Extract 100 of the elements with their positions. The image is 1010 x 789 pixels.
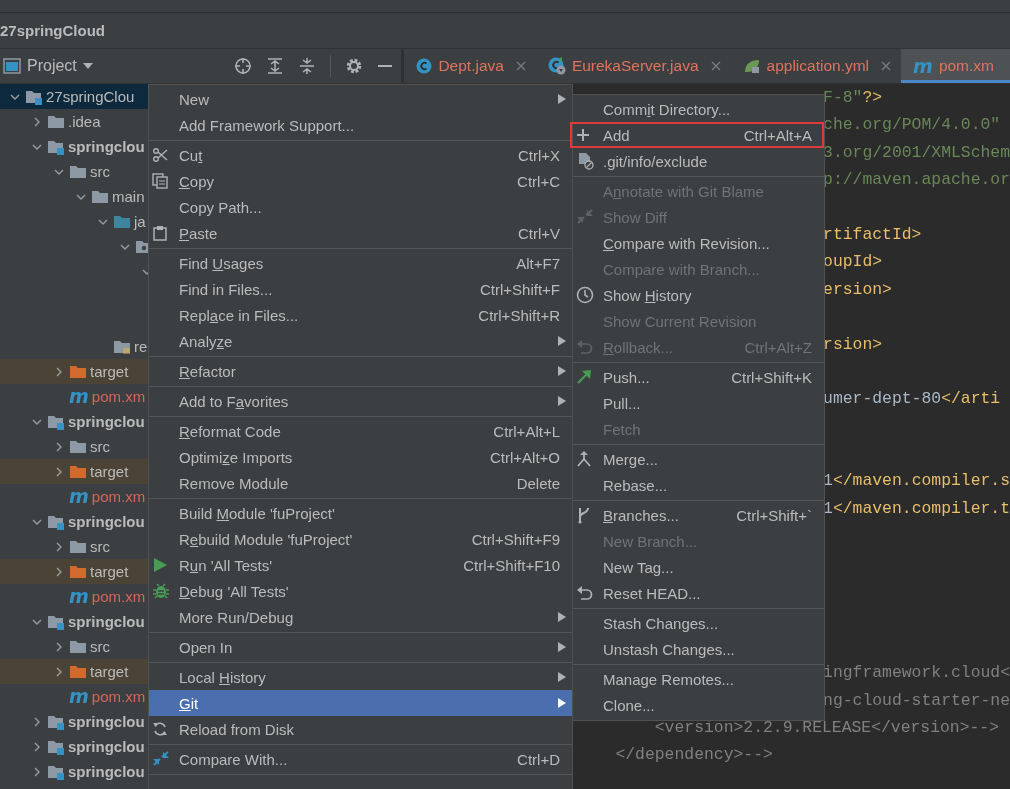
menu-item[interactable]: Replace in Files... Ctrl+Shift+R [149, 302, 572, 328]
tree-item-label[interactable]: main [112, 188, 145, 205]
menu-item[interactable]: Remove Module Delete [149, 470, 572, 496]
menu-item[interactable]: Manage Remotes... [573, 666, 824, 692]
menu-item[interactable]: Compare With... Ctrl+D [149, 746, 572, 772]
menu-item[interactable]: Debug 'All Tests' [149, 578, 572, 604]
tree-item-label[interactable]: pom.xm [91, 388, 146, 405]
tree-item-label[interactable]: 27springClou [46, 88, 135, 105]
menu-item[interactable]: Unstash Changes... [573, 636, 824, 662]
tree-item-label[interactable]: target [90, 363, 129, 380]
tree-item-label[interactable]: ja [134, 213, 146, 230]
menu-item[interactable]: New Tag... [573, 554, 824, 580]
tree-item-label[interactable]: .idea [68, 113, 101, 130]
menu-item[interactable]: Rebuild Module 'fuProject' Ctrl+Shift+F9 [149, 526, 572, 552]
menu-item[interactable]: .git/info/exclude [573, 148, 824, 174]
maven-icon: m [69, 387, 89, 406]
shortcut-label: Ctrl+Shift+F10 [463, 556, 560, 574]
menu-item[interactable]: Find Usages Alt+F7 [149, 250, 572, 276]
menu-item[interactable]: Commit Directory... [573, 96, 824, 122]
menu-item[interactable]: Copy Path... [149, 194, 572, 220]
tree-item-label[interactable]: springclou [68, 513, 145, 530]
code-line: F-8"?> [823, 88, 883, 107]
close-icon[interactable] [881, 61, 892, 71]
reload-icon [152, 721, 168, 737]
close-icon[interactable] [515, 61, 526, 71]
editor-tab[interactable]: application.yml [730, 49, 902, 83]
tree-item-label[interactable]: springclou [68, 138, 145, 155]
tree-item-label[interactable]: src [90, 538, 110, 555]
merge-icon [576, 450, 592, 468]
tree-item-label[interactable]: springclou [68, 738, 145, 755]
menu-item[interactable]: Open In [149, 634, 572, 660]
close-icon[interactable] [710, 61, 721, 71]
menu-item[interactable]: Run 'All Tests' Ctrl+Shift+F10 [149, 552, 572, 578]
menu-item[interactable]: Optimize Imports Ctrl+Alt+O [149, 444, 572, 470]
tree-item-label[interactable]: src [90, 638, 110, 655]
compare-arrows-icon [152, 751, 170, 767]
menu-item[interactable]: Add Framework Support... [149, 112, 572, 138]
menu-item[interactable]: Merge... [573, 446, 824, 472]
folder-icon [91, 188, 109, 205]
project-view-dropdown[interactable]: Project [0, 57, 97, 75]
menu-item[interactable]: New [149, 86, 572, 112]
class-icon [416, 58, 433, 74]
editor-tab[interactable]: EurekaServer.java [535, 49, 731, 83]
code-line: che.org/POM/4.0.0" [823, 115, 1001, 135]
menu-item[interactable]: Add to Favorites [149, 388, 572, 414]
tree-item-label[interactable]: springclou [68, 613, 145, 630]
menu-item[interactable]: Compare with Revision... [573, 230, 824, 256]
copy-icon [152, 173, 168, 189]
code-line: ingframework.cloud< [823, 663, 1010, 683]
menu-item[interactable]: Add Ctrl+Alt+A [570, 122, 824, 148]
menu-item[interactable]: Build Module 'fuProject' [149, 500, 572, 526]
folder-icon [69, 463, 87, 480]
menu-item[interactable]: Reload from Disk [149, 716, 572, 742]
branch-icon [576, 506, 592, 524]
tree-item-label[interactable]: pom.xm [91, 488, 146, 505]
menu-item[interactable]: Reset HEAD... [573, 580, 824, 606]
maven-icon: m [913, 56, 933, 76]
menu-item[interactable]: Find in Files... Ctrl+Shift+F [149, 276, 572, 302]
shortcut-label: Ctrl+D [517, 750, 560, 768]
collapse-all-icon[interactable] [298, 57, 317, 75]
tree-item-label[interactable]: pom.xm [91, 588, 146, 605]
menu-item[interactable]: Copy Ctrl+C [149, 168, 572, 194]
menu-item[interactable]: Cut Ctrl+X [149, 142, 572, 168]
settings-icon[interactable] [345, 57, 364, 75]
tree-item-label[interactable]: springclou [68, 763, 145, 780]
shortcut-label: Ctrl+C [517, 172, 560, 190]
resources-folder-icon [113, 338, 131, 355]
shortcut-label: Ctrl+Alt+O [489, 448, 560, 466]
editor-tab[interactable]: Dept.java [404, 49, 536, 83]
caret-icon [82, 63, 93, 69]
tree-item-label[interactable]: target [90, 663, 129, 680]
crosshair-icon[interactable] [234, 57, 253, 75]
plus-icon [576, 128, 590, 142]
menu-item[interactable]: Local History [149, 664, 572, 690]
expand-all-icon[interactable] [266, 57, 285, 75]
module-folder-icon [25, 88, 43, 105]
menu-item[interactable]: Paste Ctrl+V [149, 220, 572, 246]
tree-item-label[interactable]: springclou [68, 713, 145, 730]
tree-item-label[interactable]: src [90, 163, 110, 180]
menu-item[interactable]: Stash Changes... [573, 610, 824, 636]
tree-item-label[interactable]: target [90, 463, 129, 480]
menu-item[interactable]: Analyze [149, 328, 572, 354]
menu-item[interactable]: Show History [573, 282, 824, 308]
menu-item[interactable]: Clone... [573, 692, 824, 718]
tree-item-label[interactable]: springclou [68, 413, 145, 430]
folder-icon [69, 663, 87, 680]
menu-item[interactable]: Push... Ctrl+Shift+K [573, 364, 824, 390]
maven-icon: m [69, 587, 89, 606]
menu-item[interactable]: Rebase... [573, 472, 824, 498]
tree-item-label[interactable]: re [134, 338, 148, 355]
tree-item-label[interactable]: target [90, 563, 129, 580]
menu-item[interactable]: Branches... Ctrl+Shift+` [573, 502, 824, 528]
menu-item[interactable]: More Run/Debug [149, 604, 572, 630]
menu-item[interactable]: Reformat Code Ctrl+Alt+L [149, 418, 572, 444]
menu-item[interactable]: Pull... [573, 390, 824, 416]
menu-item[interactable]: Git [149, 690, 572, 716]
shortcut-label: Ctrl+V [517, 224, 560, 242]
menu-item[interactable]: Refactor [149, 358, 572, 384]
tree-item-label[interactable]: src [90, 438, 110, 455]
tree-item-label[interactable]: pom.xm [91, 688, 146, 705]
